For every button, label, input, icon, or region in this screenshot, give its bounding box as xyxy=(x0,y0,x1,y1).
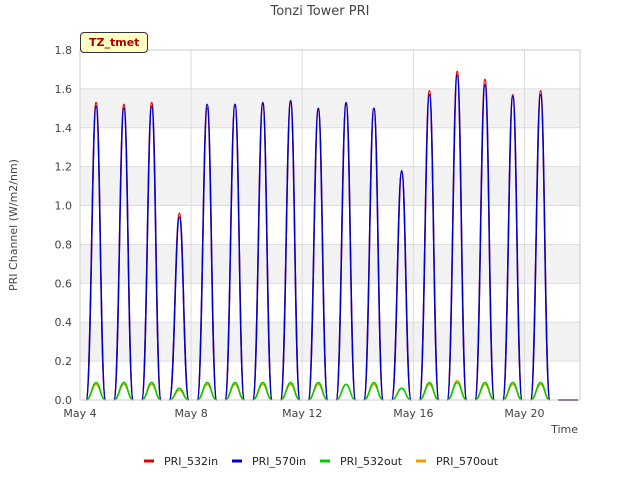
x-tick-label: May 20 xyxy=(504,407,544,420)
grid-band xyxy=(80,244,580,284)
legend-label: PRI_570in xyxy=(252,455,306,468)
y-tick-labels: 0.0 0.2 0.4 0.6 0.8 1.0 1.2 1.4 1.6 1.8 xyxy=(55,44,73,407)
y-tick-label: 0.8 xyxy=(55,238,73,251)
x-tick-label: May 4 xyxy=(63,407,96,420)
site-badge: TZ_tmet xyxy=(80,32,149,53)
chart-svg: Tonzi Tower PRI 0.0 0.2 0.4 0.6 0.8 1.0 1.2 1.4… xyxy=(7,4,581,468)
x-tick-labels: May 4 May 8 May 12 May 16 May 20 xyxy=(63,407,544,420)
y-tick-label: 0.2 xyxy=(55,355,73,368)
x-tick-label: May 12 xyxy=(282,407,322,420)
y-tick-label: 1.2 xyxy=(55,161,73,174)
y-axis-label: PRI Channel (W/m2/nm) xyxy=(7,159,20,291)
y-tick-label: 1.6 xyxy=(55,83,73,96)
y-tick-label: 0.6 xyxy=(55,277,73,290)
grid-band xyxy=(80,88,580,128)
legend-label: PRI_570out xyxy=(436,455,499,468)
grid-band xyxy=(80,322,580,362)
y-tick-label: 1.0 xyxy=(55,200,73,213)
chart-title: Tonzi Tower PRI xyxy=(270,4,370,19)
x-axis-label: Time xyxy=(550,423,578,436)
x-tick-label: May 16 xyxy=(393,407,433,420)
y-tick-label: 0.4 xyxy=(55,316,73,329)
x-tick-label: May 8 xyxy=(174,407,207,420)
y-tick-label: 0.0 xyxy=(55,394,73,407)
y-tick-label: 1.8 xyxy=(55,44,73,57)
legend-label: PRI_532out xyxy=(340,455,403,468)
y-tick-label: 1.4 xyxy=(55,122,73,135)
legend: PRI_532in PRI_570in PRI_532out PRI_570out xyxy=(144,455,499,468)
legend-label: PRI_532in xyxy=(164,455,218,468)
